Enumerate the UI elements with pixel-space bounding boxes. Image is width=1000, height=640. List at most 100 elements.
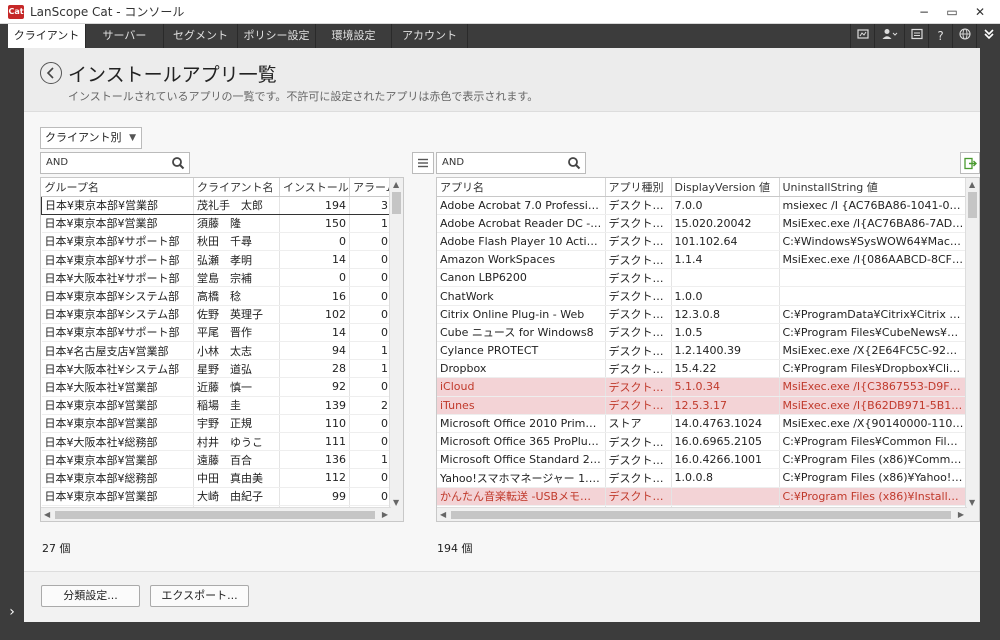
hscroll-thumb[interactable] (451, 511, 951, 519)
client-row[interactable]: 日本¥大阪本社¥システム部 星野 道弘 28 1 (41, 359, 392, 379)
client-row[interactable]: 日本¥東京本部¥営業部 遠藤 百合 136 1 (41, 450, 392, 470)
app-type-cell: デスクトップ (605, 323, 672, 343)
app-table: アプリ名 アプリ種別 DisplayVersion 値 UninstallStr… (436, 177, 980, 522)
app-row[interactable]: かんたん音楽転送 -USBメモリー版- デスクトップ C:¥Program File… (437, 487, 968, 506)
app-row[interactable]: Adobe Acrobat Reader DC - Japaneseデスクトップ… (437, 214, 968, 233)
user-icon[interactable] (874, 24, 904, 48)
app-row[interactable]: Dropbox デスクトップ 15.4.22 C:¥Program Files¥Dro… (437, 359, 968, 379)
tab-server[interactable]: サーバー (86, 24, 164, 48)
client-row[interactable]: 日本¥東京本部¥サポート部 平尾 晋作 14 0 (41, 323, 392, 343)
scroll-right-icon[interactable]: ▶ (382, 510, 388, 519)
client-table-hscroll[interactable]: ◀ ▶ (41, 507, 391, 521)
client-row[interactable]: 日本¥東京本部¥営業部 大崎 由紀子 99 0 (41, 487, 392, 506)
app-search-value: AND (442, 157, 465, 168)
client-table-vscroll[interactable]: ▲ ▼ (389, 178, 403, 521)
client-row[interactable]: 日本¥東京本部¥営業部 須藤 隆 150 1 (41, 214, 392, 233)
scroll-left-icon[interactable]: ◀ (440, 510, 446, 519)
column-header-alarm-count[interactable]: アラーム数 (349, 178, 392, 197)
back-button[interactable] (40, 62, 62, 84)
client-row[interactable]: 日本¥東京本部¥営業部 茂礼手 太郎 194 3 (41, 195, 392, 215)
globe-icon[interactable] (952, 24, 976, 48)
app-type-cell: デスクトップ (605, 487, 672, 506)
app-row[interactable]: Adobe Flash Player 10 ActiveX デスクトップ 101.1… (437, 232, 968, 252)
scroll-down-icon[interactable]: ▼ (969, 498, 975, 507)
client-row[interactable]: 日本¥東京本部¥営業部 稲場 圭 139 2 (41, 396, 392, 415)
display-version-cell: 12.5.3.17 (671, 396, 780, 415)
column-header-display-version[interactable]: DisplayVersion 値 (671, 178, 780, 197)
vscroll-thumb[interactable] (392, 192, 401, 214)
app-type-cell: デスクトップ (605, 377, 672, 397)
vscroll-thumb[interactable] (968, 192, 977, 218)
app-table-grid: アプリ名 アプリ種別 DisplayVersion 値 UninstallStr… (437, 178, 968, 521)
client-row[interactable]: 日本¥東京本部¥サポート部 秋田 千尋 0 0 (41, 232, 392, 252)
client-row[interactable]: 日本¥東京本部¥システム部 高橋 稔 16 0 (41, 286, 392, 306)
expand-icon[interactable] (976, 24, 1000, 48)
client-row[interactable]: 日本¥大阪本社¥営業部 近藤 慎一 92 0 (41, 377, 392, 397)
map-icon[interactable] (850, 24, 874, 48)
app-row[interactable]: Microsoft Office Standard 2016 デスクトップ 16.0… (437, 450, 968, 470)
app-row[interactable]: Citrix Online Plug-in - Web デスクトップ 12.3.0.… (437, 305, 968, 324)
search-icon[interactable] (567, 153, 581, 173)
app-table-hscroll[interactable]: ◀ ▶ (437, 507, 967, 521)
window-icon[interactable] (904, 24, 928, 48)
app-row[interactable]: iCloud デスクトップ 5.1.0.34 MsiExec.exe /I{C3867… (437, 377, 968, 397)
app-type-cell: デスクトップ (605, 432, 672, 452)
column-header-app-name[interactable]: アプリ名 (437, 178, 606, 197)
column-header-uninstall-string[interactable]: UninstallString 値 (779, 178, 968, 197)
app-row[interactable]: iTunes デスクトップ 12.5.3.17 MsiExec.exe /I{B62D… (437, 396, 968, 415)
maximize-button[interactable]: ▭ (938, 0, 966, 24)
column-header-install-count[interactable]: インストール数 (279, 178, 350, 197)
app-type-cell: ストア (605, 414, 672, 433)
scroll-left-icon[interactable]: ◀ (44, 510, 50, 519)
column-header-client[interactable]: クライアント名 (193, 178, 280, 197)
scroll-up-icon[interactable]: ▲ (969, 180, 975, 189)
app-row[interactable]: Cube ニュース for Windows8 デスクトップ 1.0.5 C:¥Prog… (437, 323, 968, 343)
display-version-cell: 7.0.0 (671, 196, 780, 215)
client-group-cell: 日本¥東京本部¥サポート部 (41, 250, 194, 270)
close-button[interactable]: ✕ (966, 0, 994, 24)
uninstall-string-cell: MsiExec.exe /X{90140000-1105-0000} (779, 414, 968, 433)
scroll-up-icon[interactable]: ▲ (393, 180, 399, 189)
minimize-button[interactable]: − (910, 0, 938, 24)
app-row[interactable]: ChatWork デスクトップ 1.0.0 (437, 286, 968, 306)
app-row[interactable]: Microsoft Office 365 ProPlus - ja-jpデスクト… (437, 432, 968, 452)
scroll-down-icon[interactable]: ▼ (393, 498, 399, 507)
column-header-group[interactable]: グループ名 (41, 178, 194, 197)
scroll-right-icon[interactable]: ▶ (958, 510, 964, 519)
hscroll-thumb[interactable] (55, 511, 375, 519)
client-search-input[interactable]: AND (40, 152, 190, 174)
search-icon[interactable] (171, 153, 185, 173)
tab-segment[interactable]: セグメント (164, 24, 238, 48)
app-table-vscroll[interactable]: ▲ ▼ (965, 178, 979, 521)
column-header-app-type[interactable]: アプリ種別 (605, 178, 672, 197)
app-search-input[interactable]: AND (436, 152, 586, 174)
client-row[interactable]: 日本¥東京本部¥サポート部 弘瀬 孝明 14 0 (41, 250, 392, 270)
column-list-button[interactable] (412, 152, 434, 174)
client-row[interactable]: 日本¥大阪本社¥総務部 村井 ゆうこ 111 0 (41, 432, 392, 452)
chevron-down-icon: ▼ (129, 133, 136, 143)
client-row[interactable]: 日本¥東京本部¥総務部 中田 真由美 112 0 (41, 468, 392, 488)
app-row[interactable]: Amazon WorkSpaces デスクトップ 1.1.4 MsiExec.exe … (437, 250, 968, 270)
export-button[interactable]: エクスポート... (150, 585, 249, 607)
chevron-right-icon[interactable]: › (0, 604, 24, 620)
chevron-left-icon (46, 67, 54, 79)
help-icon[interactable]: ? (928, 24, 952, 48)
app-row[interactable]: Canon LBP6200 デスクトップ (437, 268, 968, 288)
app-name-cell: iTunes (437, 396, 606, 415)
tab-policy[interactable]: ポリシー設定 (238, 24, 316, 48)
group-by-select[interactable]: クライアント別 ▼ (40, 127, 142, 149)
export-data-button[interactable] (960, 152, 980, 174)
client-row[interactable]: 日本¥大阪本社¥サポート部 堂島 宗補 0 0 (41, 268, 392, 288)
tab-account[interactable]: アカウント (392, 24, 468, 48)
tab-client[interactable]: クライアント (8, 24, 86, 48)
client-search-value: AND (46, 157, 69, 168)
client-row[interactable]: 日本¥東京本部¥営業部 宇野 正規 110 0 (41, 414, 392, 433)
client-row[interactable]: 日本¥東京本部¥システム部 佐野 英理子 102 0 (41, 305, 392, 324)
tab-environment[interactable]: 環境設定 (316, 24, 392, 48)
app-row[interactable]: Adobe Acrobat 7.0 Professional デスクトップ 7.0.… (437, 196, 968, 215)
app-row[interactable]: Microsoft Office 2010 Primary Interopストア… (437, 414, 968, 433)
app-row[interactable]: Cylance PROTECT デスクトップ 1.2.1400.39 MsiExec.… (437, 341, 968, 361)
classify-settings-button[interactable]: 分類設定... (41, 585, 140, 607)
app-row[interactable]: Yahoo!スマホマネージャー 1.0.0.8 デスクトップ 1.0.0.8 C:¥P… (437, 468, 968, 488)
client-row[interactable]: 日本¥名古屋支店¥営業部 小林 太志 94 1 (41, 341, 392, 361)
